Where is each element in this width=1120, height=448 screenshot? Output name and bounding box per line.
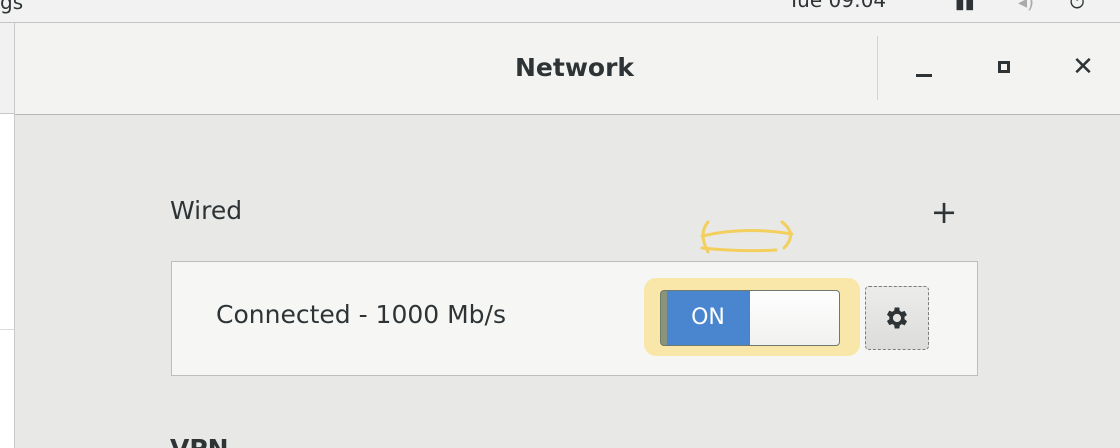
wired-section-title: Wired	[170, 196, 243, 225]
window-title: Network	[515, 53, 635, 82]
maximize-button[interactable]	[984, 44, 1024, 90]
connection-status-label: Connected - 1000 Mb/s	[216, 300, 506, 329]
maximize-icon	[998, 61, 1010, 73]
left-sidebar-edge	[0, 23, 15, 448]
double-arrow-annotation-icon	[700, 220, 794, 254]
window-title-area: Network	[15, 23, 1120, 113]
minimize-button[interactable]	[904, 44, 944, 90]
vpn-section-title: VPN	[170, 434, 229, 448]
left-sidebar-header	[0, 23, 14, 114]
system-top-bar: gs Tue 09:04 ▮▮ ◂) ⏻	[0, 0, 1120, 23]
toggle-on-label: ON	[661, 291, 749, 345]
volume-icon[interactable]: ◂)	[1018, 0, 1034, 13]
close-button[interactable]: ✕	[1063, 44, 1103, 90]
gear-icon	[886, 307, 908, 329]
topbar-app-fragment: gs	[0, 0, 24, 14]
add-connection-button[interactable]: +	[926, 194, 962, 230]
power-icon[interactable]: ⏻	[1070, 0, 1084, 13]
wired-toggle-switch[interactable]: ON	[660, 290, 840, 346]
header-separator	[877, 36, 878, 100]
topbar-clock[interactable]: Tue 09:04	[788, 0, 886, 12]
network-status-icon[interactable]: ▮▮	[955, 0, 975, 13]
toggle-knob[interactable]	[749, 291, 839, 345]
close-icon: ✕	[1072, 52, 1094, 82]
minimize-icon	[916, 73, 932, 77]
wired-settings-button[interactable]	[865, 286, 929, 350]
left-sidebar-divider	[0, 329, 14, 330]
